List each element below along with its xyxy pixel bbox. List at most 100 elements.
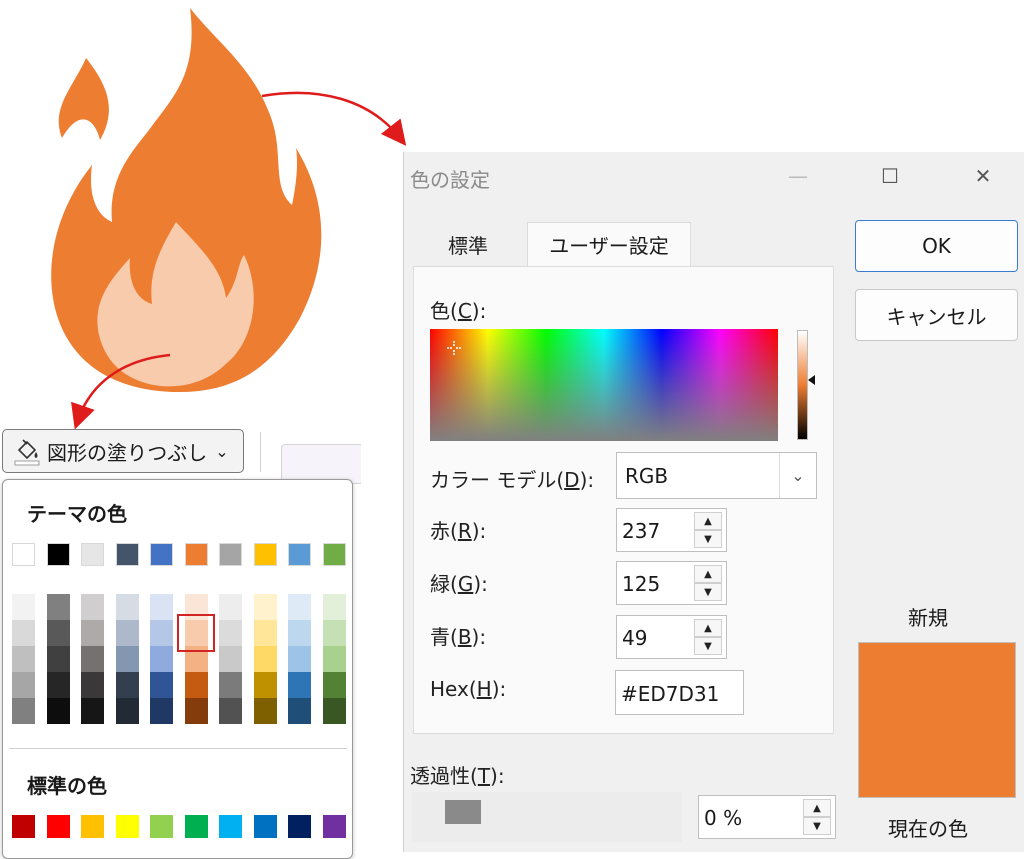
theme-shade-swatch[interactable] [115,672,139,698]
standard-color-swatch[interactable] [115,815,139,838]
theme-shade-swatch[interactable] [81,646,104,672]
theme-shade-swatch[interactable] [81,594,104,620]
theme-shade-swatch[interactable] [288,672,311,698]
theme-shade-swatch[interactable] [12,620,35,646]
standard-color-swatch[interactable] [253,815,277,838]
chevron-down-icon[interactable]: ⌄ [215,442,228,461]
theme-shade-swatch[interactable] [219,594,242,620]
theme-shade-swatch[interactable] [322,594,346,620]
standard-color-swatch[interactable] [81,815,104,838]
spin-down-icon[interactable]: ▼ [694,530,722,548]
theme-shade-swatch[interactable] [46,646,70,672]
theme-shade-swatch[interactable] [150,646,173,672]
theme-shade-swatch[interactable] [12,698,35,724]
spin-down-icon[interactable]: ▼ [803,817,831,835]
spin-up-icon[interactable]: ▲ [694,512,722,530]
tab-standard[interactable]: 標準 [413,222,523,266]
theme-shade-swatch[interactable] [253,698,277,724]
standard-color-swatch[interactable] [46,815,70,838]
theme-shade-swatch[interactable] [253,620,277,646]
theme-shade-swatch[interactable] [150,620,173,646]
standard-color-swatch[interactable] [322,815,346,838]
hex-input[interactable]: #ED7D31 [615,670,744,715]
transparency-slider-thumb[interactable] [445,800,481,824]
theme-shade-swatch[interactable] [322,672,346,698]
color-model-select[interactable]: RGB ⌄ [616,452,817,499]
theme-color-swatch[interactable] [115,543,139,566]
theme-shade-swatch[interactable] [115,594,139,620]
cancel-button[interactable]: キャンセル [855,289,1018,341]
theme-shade-swatch[interactable] [322,646,346,672]
minimize-button[interactable]: — [778,164,818,188]
theme-shade-swatch[interactable] [219,620,242,646]
theme-shade-swatch[interactable] [288,698,311,724]
theme-color-swatch[interactable] [288,543,311,566]
color-spectrum-picker[interactable] [430,329,778,441]
theme-color-swatch[interactable] [150,543,173,566]
theme-color-swatch[interactable] [81,543,104,566]
theme-shade-swatch[interactable] [81,672,104,698]
spin-down-icon[interactable]: ▼ [694,583,722,601]
green-spinner[interactable]: 125 ▲ ▼ [616,561,727,605]
spin-up-icon[interactable]: ▲ [803,799,831,817]
standard-color-swatch[interactable] [219,815,242,838]
theme-shade-swatch[interactable] [115,646,139,672]
standard-color-swatch[interactable] [150,815,173,838]
theme-shade-swatch[interactable] [115,698,139,724]
shape-fill-button[interactable]: 図形の塗りつぶし ⌄ [2,429,244,473]
blue-spinner[interactable]: 49 ▲ ▼ [616,615,727,659]
luminance-pointer-icon[interactable] [808,375,815,385]
spin-down-icon[interactable]: ▼ [694,637,722,655]
close-button[interactable]: ✕ [963,164,1003,188]
theme-shade-swatch[interactable] [288,594,311,620]
theme-shade-swatch[interactable] [81,698,104,724]
theme-shade-swatch[interactable] [253,672,277,698]
theme-shade-swatch[interactable] [253,646,277,672]
theme-shade-swatch[interactable] [150,672,173,698]
theme-shade-swatch[interactable] [46,594,70,620]
theme-shade-swatch[interactable] [184,698,208,724]
theme-shade-swatch[interactable] [115,620,139,646]
theme-shade-swatch[interactable] [12,594,35,620]
theme-shade-swatch[interactable] [46,620,70,646]
theme-shade-swatch[interactable] [219,672,242,698]
theme-shade-swatch[interactable] [150,594,173,620]
theme-color-swatch[interactable] [322,543,346,566]
theme-color-swatch[interactable] [253,543,277,566]
luminance-slider[interactable] [797,330,808,440]
transparency-spinner[interactable]: 0 % ▲ ▼ [698,795,836,839]
ok-button[interactable]: OK [855,220,1018,272]
theme-shade-swatch[interactable] [12,646,35,672]
spin-up-icon[interactable]: ▲ [694,565,722,583]
theme-color-swatch[interactable] [46,543,70,566]
blue-value[interactable]: 49 [622,626,647,650]
red-spinner[interactable]: 237 ▲ ▼ [616,508,727,552]
tab-custom[interactable]: ユーザー設定 [527,222,691,266]
theme-shade-swatch[interactable] [288,646,311,672]
theme-shade-swatch[interactable] [81,620,104,646]
theme-shade-swatch[interactable] [322,698,346,724]
theme-shade-swatch[interactable] [150,698,173,724]
maximize-button[interactable]: ☐ [870,164,910,188]
green-value[interactable]: 125 [622,572,660,596]
theme-shade-swatch[interactable] [46,698,70,724]
theme-shade-swatch[interactable] [219,646,242,672]
chevron-down-icon[interactable]: ⌄ [779,453,816,498]
theme-shade-swatch[interactable] [322,620,346,646]
theme-shade-swatch[interactable] [184,672,208,698]
spin-up-icon[interactable]: ▲ [694,619,722,637]
hex-value[interactable]: #ED7D31 [621,682,719,706]
standard-color-swatch[interactable] [288,815,311,838]
shape-style-thumbnail[interactable] [281,444,361,484]
theme-shade-swatch[interactable] [253,594,277,620]
theme-shade-swatch[interactable] [46,672,70,698]
standard-color-swatch[interactable] [184,815,208,838]
theme-color-swatch[interactable] [12,543,35,566]
theme-color-swatch[interactable] [219,543,242,566]
transparency-value[interactable]: 0 % [704,806,742,830]
theme-shade-swatch[interactable] [288,620,311,646]
theme-color-swatch[interactable] [184,543,208,566]
theme-shade-swatch[interactable] [219,698,242,724]
standard-color-swatch[interactable] [12,815,35,838]
theme-shade-swatch[interactable] [12,672,35,698]
